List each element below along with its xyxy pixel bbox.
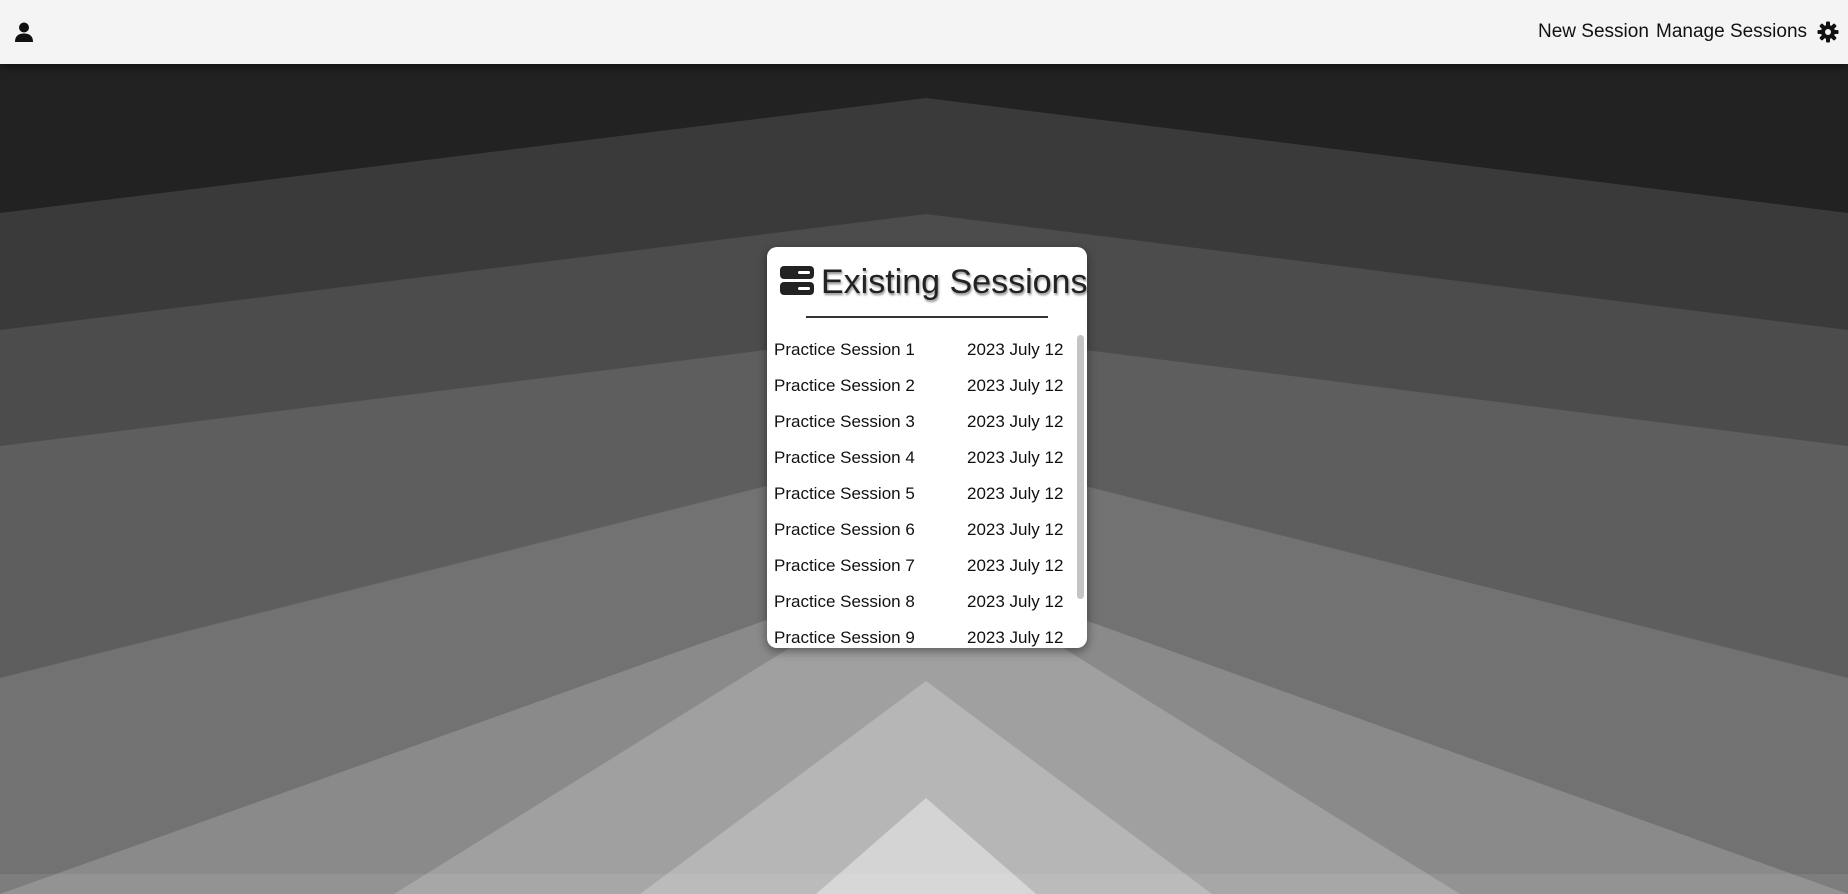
top-navigation-bar: New Session Manage Sessions (0, 0, 1848, 64)
session-row[interactable]: Practice Session 8 2023 July 12 (767, 585, 1077, 621)
panel-header: Existing Sessions (767, 262, 1087, 302)
session-row[interactable]: Practice Session 6 2023 July 12 (767, 513, 1077, 549)
session-row[interactable]: Practice Session 1 2023 July 12 (767, 333, 1077, 369)
session-row[interactable]: Practice Session 7 2023 July 12 (767, 549, 1077, 585)
session-date: 2023 July 12 (967, 592, 1064, 611)
server-icon (780, 266, 814, 296)
session-row[interactable]: Practice Session 9 2023 July 12 (767, 621, 1077, 648)
session-date: 2023 July 12 (967, 448, 1064, 467)
new-session-link[interactable]: New Session (1538, 20, 1649, 44)
session-name: Practice Session 5 (774, 484, 915, 503)
gear-icon[interactable] (1816, 20, 1840, 44)
session-name: Practice Session 4 (774, 448, 915, 467)
session-row[interactable]: Practice Session 3 2023 July 12 (767, 405, 1077, 441)
existing-sessions-panel: Existing Sessions Practice Session 1 202… (767, 247, 1087, 648)
session-name: Practice Session 6 (774, 520, 915, 539)
session-name: Practice Session 7 (774, 556, 915, 575)
sessions-scrollbar[interactable] (1075, 335, 1087, 648)
session-date: 2023 July 12 (967, 484, 1064, 503)
session-row[interactable]: Practice Session 5 2023 July 12 (767, 477, 1077, 513)
session-row[interactable]: Practice Session 2 2023 July 12 (767, 369, 1077, 405)
session-name: Practice Session 8 (774, 592, 915, 611)
panel-title: Existing Sessions (821, 263, 1087, 301)
session-date: 2023 July 12 (967, 412, 1064, 431)
session-date: 2023 July 12 (967, 556, 1064, 575)
session-row[interactable]: Practice Session 4 2023 July 12 (767, 441, 1077, 477)
title-divider (806, 316, 1048, 318)
scrollbar-thumb[interactable] (1077, 335, 1084, 599)
sessions-list: Practice Session 1 2023 July 12 Practice… (767, 333, 1077, 648)
session-date: 2023 July 12 (967, 520, 1064, 539)
session-name: Practice Session 3 (774, 412, 915, 431)
session-name: Practice Session 1 (774, 340, 915, 359)
session-name: Practice Session 2 (774, 376, 915, 395)
user-icon[interactable] (12, 20, 36, 44)
manage-sessions-link[interactable]: Manage Sessions (1656, 20, 1807, 44)
session-date: 2023 July 12 (967, 376, 1064, 395)
session-name: Practice Session 9 (774, 628, 915, 647)
session-date: 2023 July 12 (967, 628, 1064, 647)
session-date: 2023 July 12 (967, 340, 1064, 359)
